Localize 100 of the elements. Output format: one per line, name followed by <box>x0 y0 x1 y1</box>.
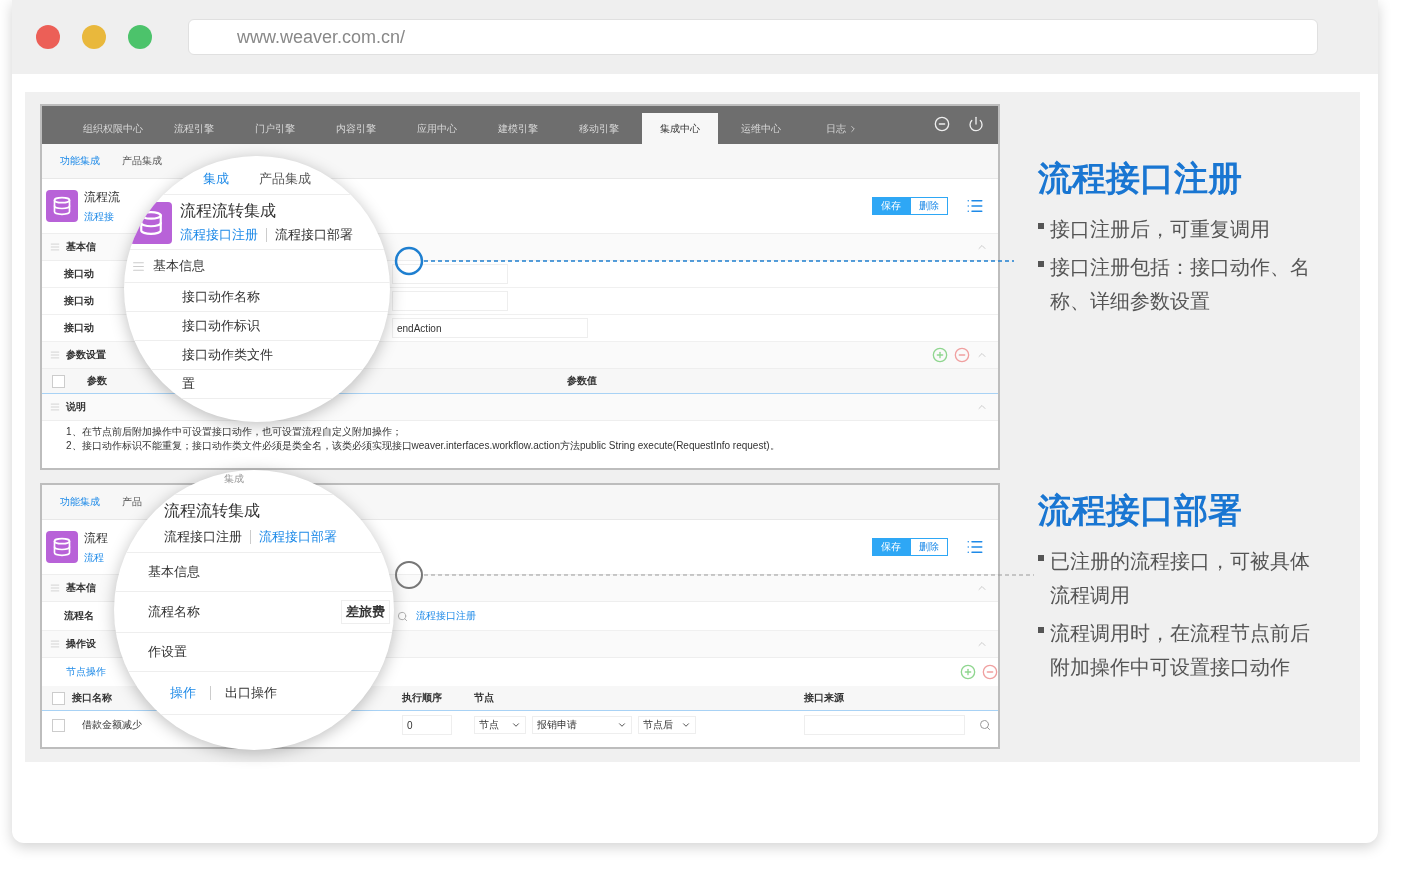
section-title: 作设置 <box>148 643 187 661</box>
delete-button[interactable]: 删除 <box>910 197 948 215</box>
column-header: 接口来源 <box>804 691 844 705</box>
field-label: 接口动作名称 <box>182 288 260 306</box>
input-field[interactable] <box>392 264 508 284</box>
column-header: 接口名称 <box>72 691 112 705</box>
order-field[interactable]: 0 <box>402 715 452 735</box>
minus-circle-icon[interactable] <box>934 116 950 132</box>
add-icon[interactable] <box>932 347 948 363</box>
chevron-right-icon <box>848 123 858 134</box>
section-title: 基本信息 <box>148 563 200 581</box>
nav-tab[interactable]: 建模引擎 <box>480 113 556 144</box>
note-text: 2、接口动作标识不能重复；接口动作类文件必须是类全名，该类必须实现接口weaver.interfaces.workflow.action方法public String execute(RequestInfo request)。 <box>65 439 781 453</box>
workflow-link[interactable]: 流程接口注册 <box>416 609 476 623</box>
delete-button[interactable]: 删除 <box>910 538 948 556</box>
nav-tab[interactable]: 门户引擎 <box>237 113 313 144</box>
workflow-select[interactable]: 报销申请 <box>532 716 632 734</box>
checkbox[interactable] <box>52 691 65 705</box>
feature-text: 接口注册包括：接口动作、名称、详细参数设置 <box>1050 255 1311 314</box>
minimize-dot[interactable] <box>82 25 106 49</box>
save-button[interactable]: 保存 <box>872 538 910 556</box>
nav-tab[interactable]: 集成中心 <box>642 113 718 144</box>
input-field[interactable]: 差旅费 <box>341 600 390 624</box>
section-title: 基本信 <box>66 240 96 254</box>
column-header: 参数 <box>87 374 107 388</box>
close-dot[interactable] <box>36 25 60 49</box>
field-label: 接口动作标识 <box>182 317 260 335</box>
nav-tab[interactable]: 流程引擎 <box>156 113 232 144</box>
operation-tab[interactable]: 操作 <box>170 684 196 702</box>
database-icon <box>46 531 78 563</box>
feature-heading: 流程接口注册 <box>1038 158 1243 199</box>
field-label: 流程名 <box>64 609 94 623</box>
column-header: 执行顺序 <box>402 691 442 705</box>
nav-tab[interactable]: 移动引擎 <box>561 113 637 144</box>
remove-icon[interactable] <box>954 347 970 363</box>
bullet-icon <box>1038 261 1044 267</box>
app-title: 流程流 <box>84 188 120 206</box>
section-title: 参数设置 <box>66 348 106 362</box>
nav-tab[interactable]: 内容引擎 <box>318 113 394 144</box>
checkbox[interactable] <box>52 718 65 732</box>
search-icon[interactable] <box>397 610 408 622</box>
app-subtitle[interactable]: 流程 <box>84 550 108 565</box>
save-button[interactable]: 保存 <box>872 197 910 215</box>
subtab[interactable]: 产品集成 <box>259 170 311 188</box>
section-title: 基本信息 <box>153 257 205 275</box>
app-title: 流程流转集成 <box>164 501 260 521</box>
field-label: 置 <box>182 375 195 393</box>
chevron-down-icon <box>511 720 521 730</box>
subtab[interactable]: 集成 <box>203 170 229 188</box>
feature-heading: 流程接口部署 <box>1038 490 1243 531</box>
subtab[interactable]: 集成 <box>224 472 244 486</box>
nav-tab[interactable]: 日志 <box>804 113 880 144</box>
column-header: 参数值 <box>567 374 597 388</box>
bullet-icon <box>1038 555 1044 561</box>
field-label: 接口动 <box>64 267 94 281</box>
tab-link[interactable]: 节点操作 <box>66 665 106 679</box>
power-icon[interactable] <box>968 116 984 132</box>
subtab[interactable]: 产品集成 <box>122 154 162 168</box>
field-label: 流程名称 <box>148 603 200 621</box>
add-icon[interactable] <box>960 664 976 680</box>
url-field[interactable]: www.weaver.com.cn/ <box>188 19 1318 55</box>
nav-tab[interactable]: 应用中心 <box>399 113 475 144</box>
app-title: 流程流转集成 <box>180 201 277 221</box>
bullet-icon <box>1038 627 1044 633</box>
view-link[interactable]: 流程接口部署 <box>259 528 337 546</box>
list-icon[interactable] <box>966 197 984 215</box>
subtab[interactable]: 功能集成 <box>60 495 100 509</box>
feature-text: 接口注册后，可重复调用 <box>1050 217 1270 242</box>
note-text: 1、在节点前后附加操作中可设置接口动作，也可设置流程自定义附加操作； <box>65 425 403 439</box>
section-title: 基本信 <box>66 581 96 595</box>
view-link[interactable]: 流程接口部署 <box>275 226 353 244</box>
node-select[interactable]: 节点 <box>474 716 526 734</box>
view-link[interactable]: 流程接口注册 <box>164 528 242 546</box>
input-field[interactable] <box>392 291 508 311</box>
section-title: 操作设 <box>66 637 96 651</box>
bullet-icon <box>1038 223 1044 229</box>
search-icon[interactable] <box>979 719 991 731</box>
timing-select[interactable]: 节点后 <box>638 716 696 734</box>
table-cell-text: 借款金额减少 <box>81 718 142 732</box>
list-icon[interactable] <box>966 538 984 556</box>
nav-tab[interactable]: 组织权限中心 <box>75 113 151 144</box>
section-title: 说明 <box>66 400 86 414</box>
chevron-down-icon <box>681 720 691 730</box>
drag-icon <box>132 259 145 273</box>
checkbox[interactable] <box>52 374 65 388</box>
operation-tab[interactable]: 出口操作 <box>225 684 277 702</box>
column-header: 节点 <box>474 691 494 705</box>
maximize-dot[interactable] <box>128 25 152 49</box>
field-label: 接口动作类文件 <box>182 346 273 364</box>
field-label: 接口动 <box>64 294 94 308</box>
view-link[interactable]: 流程接口注册 <box>180 226 258 244</box>
feature-text: 已注册的流程接口，可被具体流程调用 <box>1050 549 1311 608</box>
remove-icon[interactable] <box>982 664 998 680</box>
nav-tab[interactable]: 运维中心 <box>723 113 799 144</box>
input-field[interactable]: endAction <box>392 318 588 338</box>
chevron-down-icon <box>617 720 627 730</box>
app-subtitle[interactable]: 流程接 <box>84 209 120 224</box>
subtab[interactable]: 产品 <box>122 495 142 509</box>
field-label: 接口动 <box>64 321 94 335</box>
subtab[interactable]: 功能集成 <box>60 154 100 168</box>
